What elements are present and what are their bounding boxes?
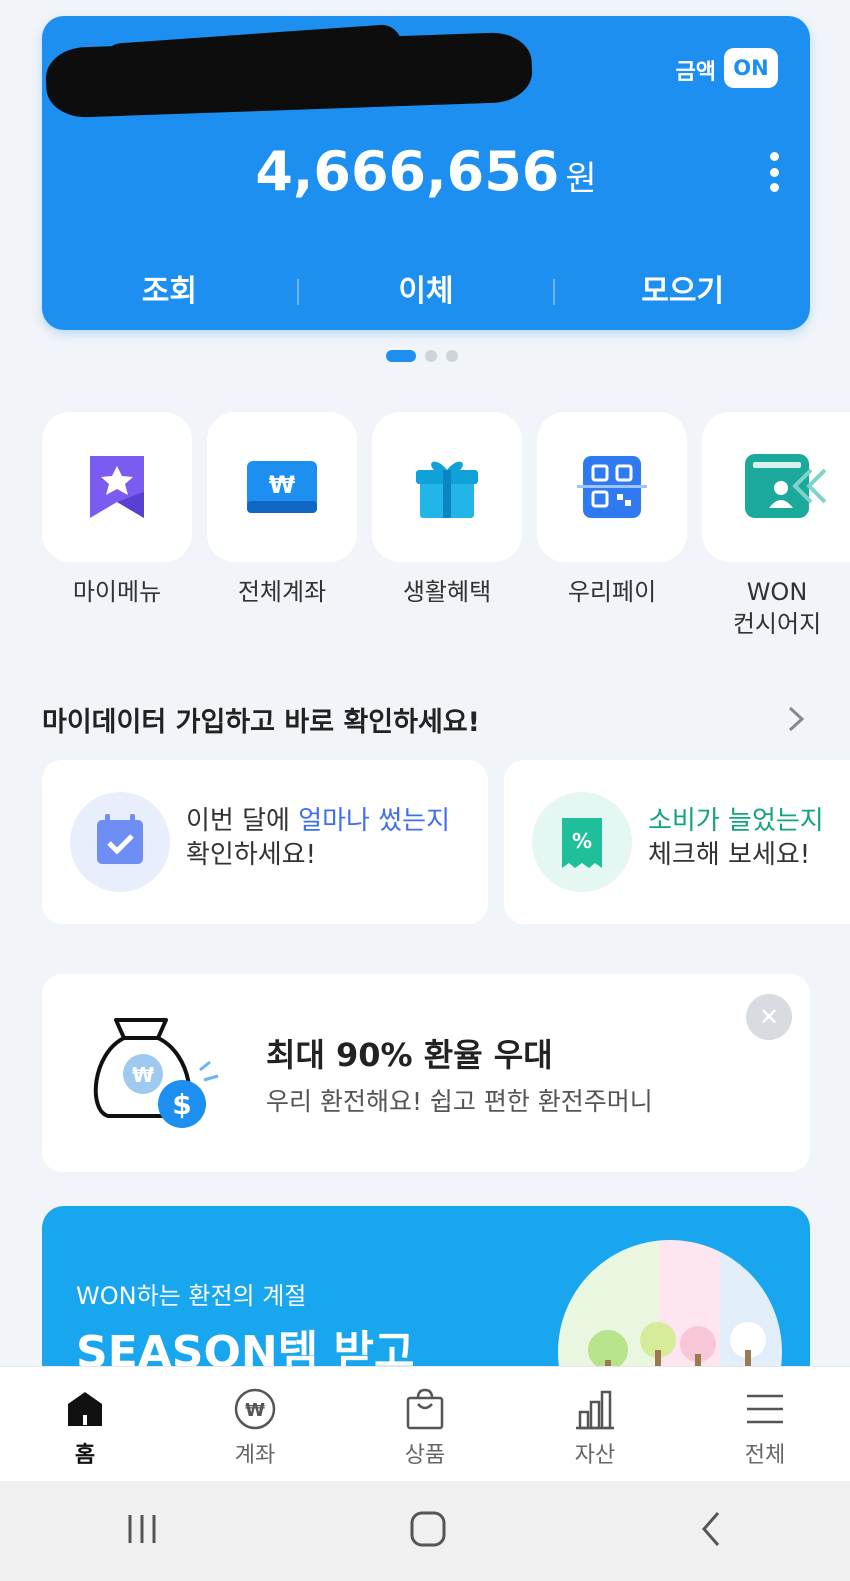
quick-label-won-concierge: WON 컨시어지 (692, 576, 850, 640)
quick-label-all-accounts: 전체계좌 (237, 578, 327, 606)
save-button[interactable]: 모으기 (555, 270, 810, 314)
quick-menu-life-benefits[interactable] (372, 412, 522, 562)
nav-all[interactable]: 전체 (680, 1367, 850, 1481)
inquiry-button[interactable]: 조회 (42, 270, 297, 314)
svg-text:%: % (572, 829, 592, 853)
mydata-card-text: 이번 달에 얼마나 썼는지 확인하세요! (186, 804, 450, 872)
receipt-percent-icon: % (532, 792, 632, 892)
promo-subtitle: 우리 환전해요! 쉽고 편한 환전주머니 (266, 1087, 653, 1116)
back-icon[interactable] (696, 1509, 726, 1553)
concierge-icon (745, 454, 827, 518)
nav-label-home: 홈 (74, 1443, 96, 1468)
nav-account[interactable]: ₩ 계좌 (170, 1367, 340, 1481)
mydata-card-text: 소비가 늘었는지 체크해 보세요! (648, 804, 824, 872)
svg-text:₩: ₩ (245, 1400, 265, 1421)
svg-text:$: $ (172, 1088, 191, 1121)
nav-label-assets: 자산 (574, 1443, 616, 1468)
svg-text:₩: ₩ (132, 1063, 154, 1087)
star-bookmark-icon (90, 456, 144, 518)
money-bag-exchange-icon: ₩ $ (93, 1018, 219, 1128)
account-card[interactable]: 금액 ON 4,666,656 원 조회 이체 모으기 (42, 16, 810, 330)
mydata-card-spending[interactable]: 이번 달에 얼마나 썼는지 확인하세요! (42, 760, 488, 924)
menu-icon (743, 1387, 787, 1431)
card-text-highlight: 소비가 늘었는지 (648, 806, 824, 836)
nav-products[interactable]: 상품 (340, 1367, 510, 1481)
balance: 4,666,656 원 (42, 140, 810, 203)
pager-dot-active[interactable] (386, 350, 416, 362)
nav-assets[interactable]: 자산 (510, 1367, 680, 1481)
quick-menu-woori-pay[interactable] (537, 412, 687, 562)
quick-label-my-menu: 마이메뉴 (72, 578, 162, 606)
won-wallet-icon: ₩ (247, 461, 317, 513)
calendar-check-icon (70, 792, 170, 892)
mydata-card-increase[interactable]: % 소비가 늘었는지 체크해 보세요! (504, 760, 850, 924)
recent-apps-icon[interactable] (124, 1511, 160, 1551)
close-icon[interactable]: ✕ (746, 994, 792, 1040)
banner-kicker: WON하는 환전의 계절 (76, 1282, 307, 1310)
bottom-nav: 홈 ₩ 계좌 상품 자산 전체 (0, 1366, 850, 1481)
home-icon (63, 1387, 107, 1431)
card-pager (386, 350, 458, 362)
exchange-promo-card[interactable]: ₩ $ 최대 90% 환율 우대 우리 환전해요! 쉽고 편한 환전주머니 ✕ (42, 974, 810, 1172)
card-text-line2: 확인하세요! (186, 840, 317, 870)
chevron-right-icon[interactable] (786, 704, 806, 742)
quick-label-woori-pay: 우리페이 (567, 578, 657, 606)
card-text-highlight: 얼마나 썼는지 (298, 806, 451, 836)
nav-home[interactable]: 홈 (0, 1367, 170, 1481)
svg-text:₩: ₩ (269, 471, 296, 499)
promo-title: 최대 90% 환율 우대 (266, 1036, 553, 1074)
shopping-bag-icon (403, 1387, 447, 1431)
pager-dot[interactable] (425, 350, 437, 362)
balance-currency: 원 (565, 159, 597, 199)
balance-amount: 4,666,656 (255, 140, 560, 203)
more-options-icon[interactable] (766, 152, 782, 192)
quick-menu-won-concierge[interactable] (702, 412, 850, 562)
account-actions: 조회 이체 모으기 (42, 270, 810, 314)
quick-menu-all-accounts[interactable]: ₩ (207, 412, 357, 562)
amount-toggle-label: 금액 (675, 60, 716, 85)
nav-label-account: 계좌 (234, 1443, 276, 1468)
bar-chart-icon (573, 1387, 617, 1431)
system-nav-bar (0, 1481, 850, 1581)
pager-dot[interactable] (446, 350, 458, 362)
home-button-icon[interactable] (408, 1509, 448, 1553)
card-text-line2: 체크해 보세요! (648, 840, 811, 870)
amount-toggle[interactable]: ON (724, 48, 778, 88)
gift-icon (416, 461, 478, 518)
nav-label-products: 상품 (404, 1443, 446, 1468)
quick-label-won: WON (746, 578, 808, 606)
qr-pay-icon (577, 456, 647, 518)
won-circle-icon: ₩ (233, 1387, 277, 1431)
card-text-pre: 이번 달에 (186, 806, 299, 836)
quick-label-concierge: 컨시어지 (732, 610, 822, 638)
mydata-section-title: 마이데이터 가입하고 바로 확인하세요! (42, 707, 480, 738)
transfer-button[interactable]: 이체 (299, 270, 554, 314)
quick-label-life-benefits: 생활혜택 (402, 578, 492, 606)
nav-label-all: 전체 (744, 1443, 786, 1468)
quick-menu-my-menu[interactable] (42, 412, 192, 562)
